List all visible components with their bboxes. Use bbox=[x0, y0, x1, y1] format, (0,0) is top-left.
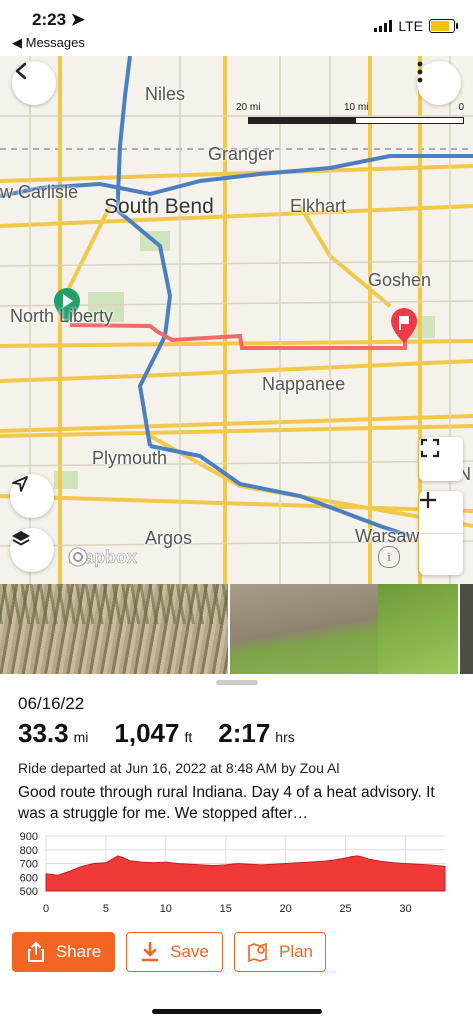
locate-button[interactable] bbox=[10, 474, 54, 518]
plan-button[interactable]: Plan bbox=[234, 932, 326, 972]
x-tick-label: 15 bbox=[220, 903, 232, 915]
ride-photo[interactable] bbox=[230, 584, 458, 674]
ride-photo[interactable] bbox=[0, 584, 228, 674]
navigation-arrow-icon bbox=[12, 476, 28, 492]
distance-unit: mi bbox=[73, 729, 89, 745]
zoom-controls bbox=[419, 491, 463, 575]
x-tick-label: 20 bbox=[280, 903, 292, 915]
drag-handle[interactable] bbox=[216, 680, 258, 685]
back-to-app-link[interactable]: ◀ Messages bbox=[12, 35, 85, 51]
elevation-value: 1,047 bbox=[114, 718, 180, 748]
x-tick-label: 30 bbox=[399, 903, 411, 915]
chevron-left-icon bbox=[15, 62, 27, 80]
duration-unit: hrs bbox=[275, 729, 295, 745]
y-tick-label: 500 bbox=[20, 886, 38, 898]
home-indicator bbox=[152, 1009, 322, 1014]
download-icon bbox=[142, 941, 159, 962]
mapbox-logo[interactable]: mapbox bbox=[68, 547, 138, 568]
location-arrow-icon: ➤ bbox=[70, 10, 86, 29]
x-tick-label: 0 bbox=[43, 903, 49, 915]
y-tick-label: 600 bbox=[20, 872, 38, 884]
plan-label: Plan bbox=[278, 942, 314, 961]
x-tick-label: 25 bbox=[339, 903, 351, 915]
y-tick-label: 700 bbox=[20, 859, 38, 871]
fullscreen-button[interactable] bbox=[419, 437, 463, 481]
elevation-unit: ft bbox=[184, 729, 193, 745]
elevation-chart[interactable]: 900 800 700600 500 0 5 10 15 20 25 30 bbox=[0, 826, 473, 926]
distance-stat: 33.3 mi bbox=[18, 718, 88, 749]
share-icon bbox=[27, 942, 44, 962]
city-label: Warsaw bbox=[355, 526, 420, 546]
network-label: LTE bbox=[398, 18, 423, 34]
ride-photo[interactable] bbox=[460, 584, 473, 674]
y-tick-label: 800 bbox=[20, 845, 38, 857]
scale-label: 0 bbox=[458, 102, 464, 113]
city-label: Elkhart bbox=[290, 196, 347, 216]
signal-icon bbox=[374, 20, 393, 32]
city-label: Argos bbox=[145, 528, 193, 548]
ride-meta: Ride departed at Jun 16, 2022 at 8:48 AM… bbox=[18, 760, 340, 776]
ride-date: 06/16/22 bbox=[18, 694, 85, 713]
layers-icon bbox=[12, 531, 30, 546]
fullscreen-icon bbox=[420, 438, 440, 458]
scale-label: 20 mi bbox=[236, 102, 261, 113]
share-label: Share bbox=[55, 942, 102, 961]
ride-description[interactable]: Good route through rural Indiana. Day 4 … bbox=[18, 782, 458, 824]
map-layers-button[interactable] bbox=[10, 528, 54, 572]
distance-value: 33.3 bbox=[18, 718, 69, 748]
zoom-out-button[interactable] bbox=[419, 498, 463, 575]
back-button[interactable] bbox=[12, 61, 56, 105]
city-label: Nappanee bbox=[262, 374, 346, 394]
ride-stats: 33.3 mi 1,047 ft 2:17 hrs bbox=[18, 718, 295, 749]
city-label: Plymouth bbox=[92, 448, 168, 468]
city-label: Granger bbox=[208, 144, 275, 164]
duration-stat: 2:17 hrs bbox=[218, 718, 295, 749]
x-tick-label: 10 bbox=[160, 903, 172, 915]
y-tick-label: 900 bbox=[20, 831, 38, 843]
duration-value: 2:17 bbox=[218, 718, 271, 748]
save-label: Save bbox=[170, 942, 209, 961]
battery-icon bbox=[429, 19, 458, 33]
status-time: 2:23 ➤ bbox=[32, 10, 86, 29]
city-label: Niles bbox=[145, 84, 186, 104]
more-vertical-icon bbox=[417, 61, 423, 83]
minus-icon bbox=[420, 498, 436, 502]
save-button[interactable]: Save bbox=[126, 932, 223, 972]
status-bar: 2:23 ➤ ◀ Messages LTE bbox=[0, 0, 473, 56]
system-indicators: LTE bbox=[374, 18, 458, 34]
x-tick-label: 5 bbox=[103, 903, 109, 915]
attribution-info-button[interactable]: i bbox=[378, 546, 400, 568]
scale-label: 10 mi bbox=[344, 102, 369, 113]
share-button[interactable]: Share bbox=[12, 932, 115, 972]
city-label: w Carlisle bbox=[0, 182, 79, 202]
map-pin-plan-icon bbox=[248, 942, 267, 963]
photo-strip[interactable] bbox=[0, 584, 473, 674]
mapbox-icon bbox=[68, 547, 88, 567]
city-label: North Liberty bbox=[10, 306, 114, 326]
more-options-button[interactable] bbox=[417, 61, 461, 105]
elevation-stat: 1,047 ft bbox=[114, 718, 192, 749]
route-map[interactable]: Niles Granger w Carlisle South Bend Elkh… bbox=[0, 56, 473, 584]
city-label: South Bend bbox=[104, 195, 214, 218]
city-label: Goshen bbox=[368, 270, 432, 290]
